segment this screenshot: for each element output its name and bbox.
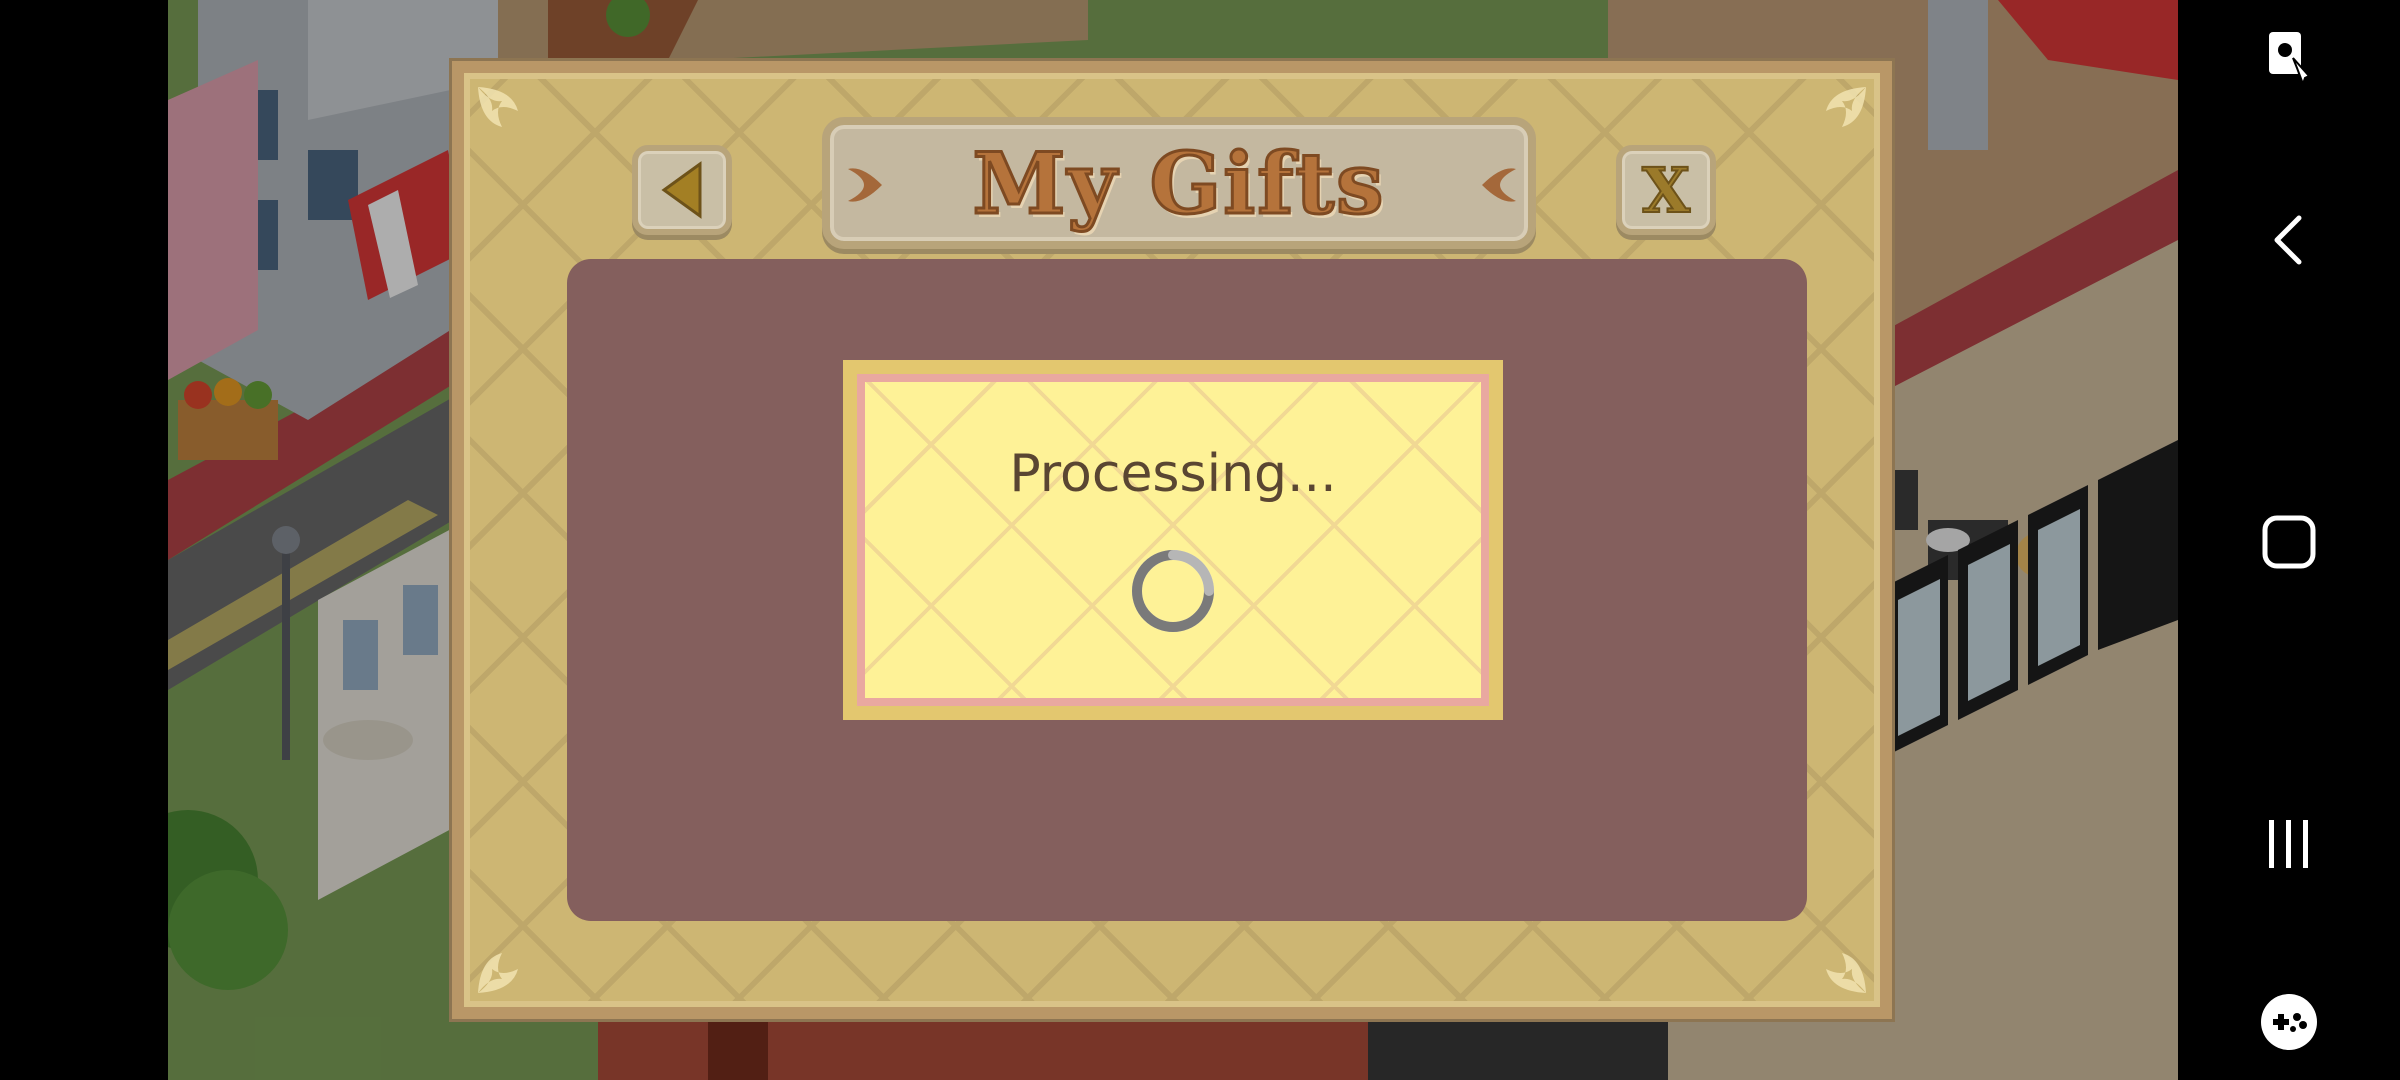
dialog-title-plate: My Gifts: [822, 117, 1536, 249]
nav-back-button[interactable]: [2178, 212, 2400, 268]
system-navigation-bar: [2178, 0, 2400, 1080]
recent-apps-icon: [2269, 820, 2308, 868]
screen-lock-icon: [2269, 32, 2311, 87]
back-button[interactable]: [632, 145, 732, 235]
corner-ornament-icon: [472, 81, 542, 151]
nav-home-button[interactable]: [2178, 514, 2400, 570]
close-icon: X: [1641, 153, 1691, 228]
corner-ornament-icon: [1802, 929, 1872, 999]
corner-ornament-icon: [1802, 81, 1872, 151]
loading-spinner-icon: [1129, 547, 1217, 635]
back-arrow-icon: [661, 161, 702, 219]
game-controller-icon: [2261, 994, 2317, 1050]
title-flourish-icon: [1476, 155, 1522, 215]
close-button[interactable]: X: [1616, 145, 1716, 235]
game-tools-button[interactable]: [2178, 992, 2400, 1052]
processing-popup-inner: Processing...: [857, 374, 1489, 706]
title-flourish-icon: [842, 155, 888, 215]
corner-ornament-icon: [472, 929, 542, 999]
home-square-icon: [2262, 515, 2316, 569]
chevron-left-icon: [2274, 215, 2302, 265]
nav-recents-button[interactable]: [2178, 818, 2400, 870]
processing-popup: Processing...: [843, 360, 1503, 720]
screen-lock-button[interactable]: [2178, 28, 2400, 88]
dialog-title: My Gifts: [971, 132, 1386, 234]
processing-message: Processing...: [1009, 444, 1337, 504]
